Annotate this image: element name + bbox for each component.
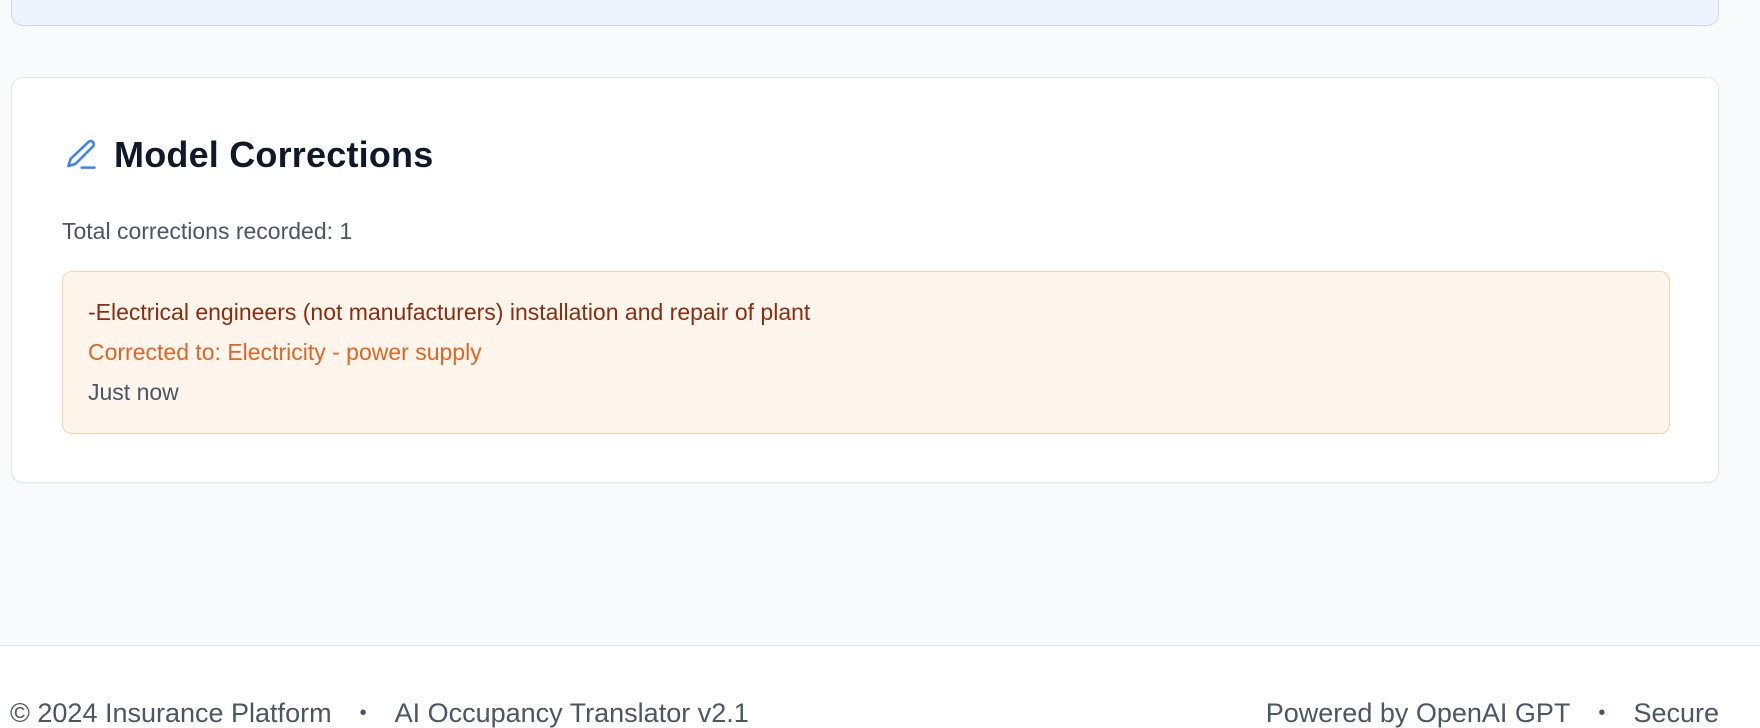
pencil-icon [62, 136, 100, 174]
footer-right: Powered by OpenAI GPT • Secure [1266, 698, 1719, 728]
card-header: Model Corrections [62, 134, 433, 176]
page: Model Corrections Total corrections reco… [0, 0, 1760, 728]
footer-left: © 2024 Insurance Platform • AI Occupancy… [10, 698, 749, 728]
total-corrections-count: Total corrections recorded: 1 [62, 218, 353, 244]
correction-original-text: -Electrical engineers (not manufacturers… [88, 299, 811, 325]
footer-separator: • [1598, 702, 1606, 724]
footer-powered-by: Powered by OpenAI GPT [1265, 698, 1571, 728]
correction-corrected-text: Corrected to: Electricity - power supply [88, 339, 482, 365]
footer-product-version: AI Occupancy Translator v2.1 [394, 698, 749, 728]
footer-separator: • [359, 702, 367, 724]
footer: © 2024 Insurance Platform • AI Occupancy… [0, 645, 1760, 728]
footer-secure: Secure [1633, 698, 1719, 728]
card-title: Model Corrections [114, 134, 434, 175]
model-corrections-card: Model Corrections Total corrections reco… [11, 77, 1719, 483]
correction-item[interactable]: -Electrical engineers (not manufacturers… [62, 271, 1670, 434]
footer-copyright: © 2024 Insurance Platform [10, 698, 332, 728]
correction-timestamp: Just now [88, 379, 179, 405]
previous-panel [11, 0, 1719, 26]
